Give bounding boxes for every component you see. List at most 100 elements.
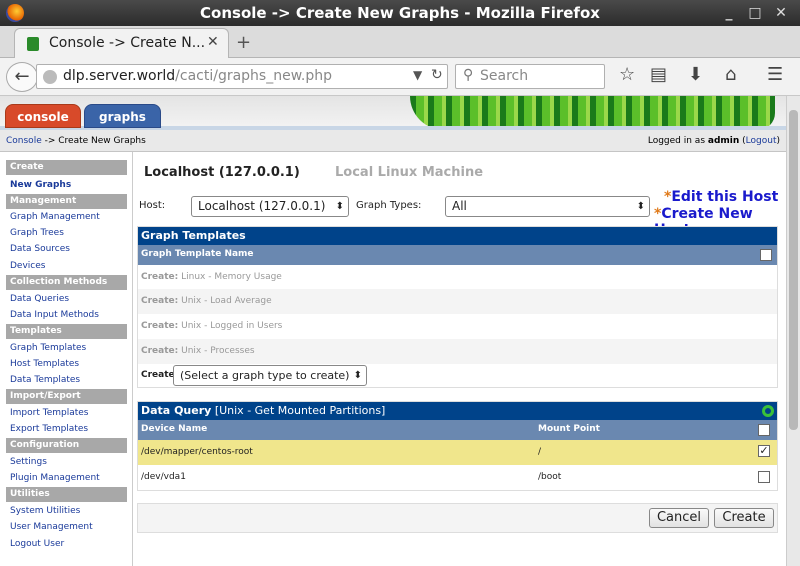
scrollbar-thumb[interactable] (789, 110, 798, 430)
maximize-button[interactable]: □ (746, 4, 764, 22)
host-description: Local Linux Machine (335, 165, 484, 180)
select-arrows-icon: ⬍ (335, 201, 344, 212)
sidebar-item-plugin-management[interactable]: Plugin Management (10, 473, 100, 483)
breadcrumb-bar: Console -> Create New Graphs Logged in a… (0, 130, 786, 152)
sidebar-item-user-management[interactable]: User Management (10, 522, 93, 532)
close-window-button[interactable]: ✕ (772, 4, 790, 22)
select-arrows-icon: ⬍ (353, 370, 362, 381)
table-row: /dev/mapper/centos-root / ✓ (138, 440, 777, 465)
close-tab-icon[interactable]: ✕ (207, 34, 219, 50)
sidebar-header-collection: Collection Methods (6, 275, 127, 290)
data-query-table: Data Query [Unix - Get Mounted Partition… (137, 401, 778, 491)
browser-tab[interactable]: Console -> Create N... ✕ (14, 28, 229, 58)
url-text: dlp.server.world/cacti/graphs_new.php (63, 68, 332, 84)
table-row: Create: Unix - Processes (138, 339, 777, 364)
graph-types-select[interactable]: All ⬍ (445, 196, 650, 217)
page-content: console graphs Console -> Create New Gra… (0, 96, 786, 566)
host-label: Host: (139, 200, 166, 211)
search-icon: ⚲ (463, 67, 474, 83)
create-graph-type-select[interactable]: (Select a graph type to create) ⬍ (173, 365, 367, 386)
select-all-devices-checkbox[interactable] (758, 424, 770, 436)
sidebar-item-data-input-methods[interactable]: Data Input Methods (10, 310, 99, 320)
graph-template-name-column: Graph Template Name (138, 245, 777, 265)
logout-link[interactable]: Logout (746, 136, 777, 146)
sidebar-item-host-templates[interactable]: Host Templates (10, 359, 79, 369)
menu-icon[interactable]: ☰ (767, 64, 783, 85)
sidebar-item-system-utilities[interactable]: System Utilities (10, 506, 80, 516)
data-query-header: Data Query [Unix - Get Mounted Partition… (138, 402, 777, 420)
row-checkbox[interactable] (758, 471, 770, 483)
graph-types-value: All (452, 199, 467, 213)
sidebar-item-data-queries[interactable]: Data Queries (10, 294, 69, 304)
table-row: Create: Unix - Load Average (138, 289, 777, 314)
select-all-templates-checkbox[interactable] (760, 249, 772, 261)
breadcrumb-console-link[interactable]: Console (6, 136, 42, 146)
login-user: admin (707, 136, 740, 146)
table-row: /dev/vda1 /boot (138, 465, 777, 490)
edit-host-link[interactable]: *Edit this Host (664, 189, 778, 205)
sidebar-item-new-graphs[interactable]: New Graphs (10, 180, 71, 190)
mount-point: / (538, 447, 542, 457)
scrollbar[interactable] (786, 96, 800, 566)
window-titlebar: Console -> Create New Graphs - Mozilla F… (0, 0, 800, 26)
bookmark-star-icon[interactable]: ☆ (619, 64, 635, 85)
select-arrows-icon: ⬍ (636, 201, 645, 212)
sidebar-item-logout-user[interactable]: Logout User (10, 539, 64, 549)
sidebar-header-configuration: Configuration (6, 438, 127, 453)
row-checkbox-checked[interactable]: ✓ (758, 445, 770, 457)
cacti-banner: console graphs (0, 96, 786, 130)
data-query-columns: Device Name Mount Point (138, 420, 777, 440)
search-placeholder: Search (480, 68, 529, 84)
mount-point: /boot (538, 472, 562, 482)
graph-templates-table: Graph Templates Graph Template Name Crea… (137, 226, 778, 388)
reload-icon[interactable]: ↻ (431, 67, 443, 83)
back-button[interactable]: ← (6, 62, 38, 92)
sidebar-header-import-export: Import/Export (6, 389, 127, 404)
new-tab-icon[interactable]: + (236, 32, 251, 53)
home-icon[interactable]: ⌂ (725, 64, 736, 85)
minimize-button[interactable]: _ (720, 4, 738, 22)
firefox-logo-icon (6, 4, 24, 22)
cancel-button[interactable]: Cancel (649, 508, 709, 528)
device-name: /dev/mapper/centos-root (141, 447, 253, 457)
console-tab[interactable]: console (5, 104, 81, 128)
sidebar-item-settings[interactable]: Settings (10, 457, 47, 467)
sidebar-divider (132, 152, 133, 566)
sidebar-header-utilities: Utilities (6, 487, 127, 502)
downloads-icon[interactable]: ⬇ (688, 64, 703, 85)
login-status: Logged in as admin (Logout) (647, 136, 780, 146)
sidebar-item-import-templates[interactable]: Import Templates (10, 408, 89, 418)
window-title: Console -> Create New Graphs - Mozilla F… (200, 4, 600, 22)
tab-title: Console -> Create N... (49, 35, 206, 51)
create-select-value: (Select a graph type to create) (180, 369, 350, 382)
sidebar-item-graph-trees[interactable]: Graph Trees (10, 228, 64, 238)
reading-list-icon[interactable]: ▤ (650, 64, 667, 85)
sidebar-item-data-templates[interactable]: Data Templates (10, 375, 80, 385)
graph-templates-header: Graph Templates (138, 227, 777, 245)
sidebar-item-graph-templates[interactable]: Graph Templates (10, 343, 86, 353)
cacti-favicon-icon (27, 37, 39, 51)
sidebar-header-create: Create (6, 160, 127, 175)
sidebar-item-export-templates[interactable]: Export Templates (10, 424, 88, 434)
create-button[interactable]: Create (714, 508, 774, 528)
device-name: /dev/vda1 (141, 472, 186, 482)
sidebar-item-data-sources[interactable]: Data Sources (10, 244, 70, 254)
url-dropdown-icon[interactable]: ▼ (413, 68, 422, 82)
refresh-query-icon[interactable] (762, 405, 774, 417)
breadcrumb: Console -> Create New Graphs (6, 136, 146, 146)
table-row: Create: Linux - Memory Usage (138, 265, 777, 289)
action-bar: Cancel Create (137, 503, 778, 533)
search-input[interactable]: ⚲ Search (455, 64, 605, 89)
url-bar[interactable]: dlp.server.world/cacti/graphs_new.php ▼ … (36, 64, 448, 89)
host-title: Localhost (127.0.0.1) (144, 165, 300, 180)
host-select[interactable]: Localhost (127.0.0.1) ⬍ (191, 196, 349, 217)
sidebar-header-management: Management (6, 194, 127, 209)
sidebar-item-graph-management[interactable]: Graph Management (10, 212, 100, 222)
graph-types-label: Graph Types: (356, 200, 422, 211)
graphs-tab[interactable]: graphs (84, 104, 161, 128)
host-select-value: Localhost (127.0.0.1) (198, 199, 326, 213)
mount-point-column: Mount Point (538, 424, 600, 434)
sidebar-header-templates: Templates (6, 324, 127, 339)
cacti-logo-art (410, 96, 775, 130)
sidebar-item-devices[interactable]: Devices (10, 261, 45, 271)
